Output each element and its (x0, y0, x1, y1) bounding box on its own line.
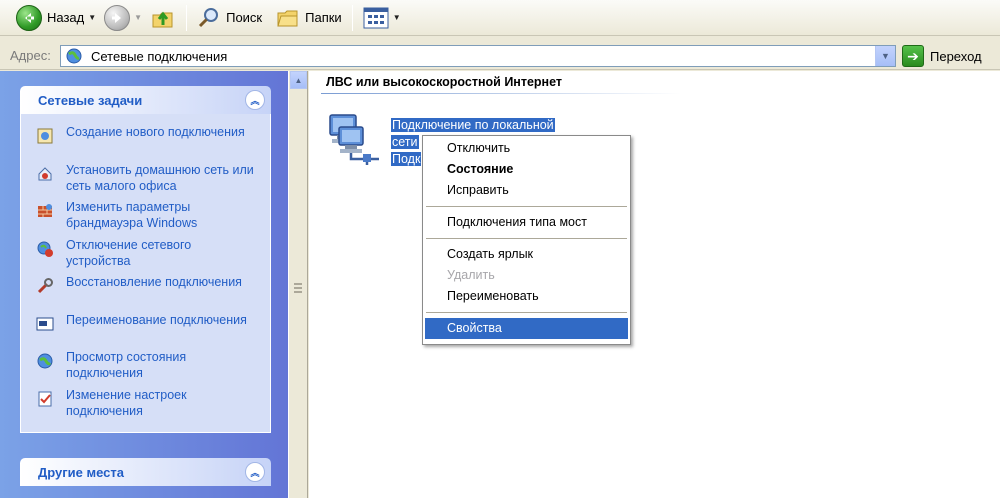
go-label: Переход (930, 48, 982, 64)
settings-icon (35, 389, 55, 409)
address-label: Адрес: (10, 48, 51, 63)
task-disable-device[interactable]: Отключение сетевого устройства (35, 237, 262, 275)
home-network-icon (35, 164, 55, 184)
back-dropdown-icon[interactable]: ▼ (88, 13, 96, 22)
rename-icon (35, 314, 55, 334)
scroll-up-icon[interactable]: ▲ (290, 71, 307, 89)
search-label: Поиск (226, 10, 263, 25)
views-dropdown-icon[interactable]: ▼ (393, 13, 401, 22)
group-divider (321, 93, 681, 94)
menu-item-repair[interactable]: Исправить (425, 180, 628, 201)
content-area: ЛВС или высокоскоростной Интернет Подклю… (309, 71, 1000, 498)
task-repair-connection[interactable]: Восстановление подключения (35, 274, 262, 312)
up-button[interactable] (146, 3, 180, 33)
splitter-grip[interactable] (294, 283, 302, 293)
forward-button[interactable]: ▼ (100, 3, 146, 33)
network-tasks-title: Сетевые задачи (38, 92, 143, 108)
task-rename-connection[interactable]: Переименование подключения (35, 312, 262, 350)
go-button[interactable]: ➔ Переход (902, 45, 982, 67)
task-firewall[interactable]: Изменить параметры брандмауэра Windows (35, 199, 262, 237)
network-globe-icon (66, 48, 82, 64)
other-places-title: Другие места (38, 464, 125, 480)
address-value: Сетевые подключения (91, 48, 228, 64)
folders-icon (277, 10, 298, 26)
back-arrow-icon (16, 4, 42, 31)
forward-arrow-icon (104, 4, 131, 31)
toolbar-separator (186, 4, 188, 31)
menu-item-create-shortcut[interactable]: Создать ярлык (425, 244, 628, 265)
menu-separator (426, 238, 627, 239)
disable-device-icon (35, 239, 55, 259)
status-icon (35, 351, 55, 371)
menu-separator (426, 312, 627, 313)
lan-connection-icon[interactable] (327, 109, 385, 169)
toolbar-separator (351, 4, 353, 31)
menu-item-rename[interactable]: Переименовать (425, 286, 628, 307)
other-places-panel: Другие места ︽ (20, 458, 271, 486)
group-header: ЛВС или высокоскоростной Интернет (326, 75, 563, 89)
address-input[interactable]: Сетевые подключения ▼ (60, 45, 896, 67)
back-button[interactable]: Назад ▼ (12, 3, 100, 33)
task-pane: Сетевые задачи ︽ Создание нового подключ… (0, 71, 288, 498)
toolbar: Назад ▼ ▼ Поиск Папки ▼ (0, 0, 1000, 36)
menu-separator (426, 206, 627, 207)
task-new-connection[interactable]: Создание нового подключения (35, 124, 262, 162)
folder-up-icon (152, 11, 173, 27)
folders-button[interactable]: Папки (272, 3, 346, 33)
collapse-chevron-icon[interactable]: ︽ (245, 90, 265, 110)
menu-item-status[interactable]: Состояние (425, 159, 628, 180)
menu-item-delete: Удалить (447, 268, 495, 282)
menu-item-disconnect[interactable]: Отключить (425, 138, 628, 159)
menu-item-bridge[interactable]: Подключения типа мост (425, 212, 628, 233)
folders-label: Папки (305, 10, 342, 25)
search-button[interactable]: Поиск (193, 3, 266, 33)
context-menu: Отключить Состояние Исправить Подключени… (422, 135, 631, 345)
network-tasks-list: Создание нового подключения Установить д… (20, 114, 271, 433)
network-tasks-header[interactable]: Сетевые задачи ︽ (20, 86, 271, 114)
task-change-settings[interactable]: Изменение настроек подключения (35, 387, 262, 425)
menu-item-properties[interactable]: Свойства (425, 318, 628, 339)
views-button[interactable]: ▼ (359, 3, 405, 33)
task-view-status[interactable]: Просмотр состояния подключения (35, 349, 262, 387)
task-home-network[interactable]: Установить домашнюю сеть или сеть малого… (35, 162, 262, 200)
back-label: Назад (47, 10, 85, 25)
new-connection-icon (35, 126, 55, 146)
other-places-header[interactable]: Другие места ︽ (20, 458, 271, 486)
forward-dropdown-icon[interactable]: ▼ (134, 13, 142, 22)
go-arrow-icon: ➔ (902, 45, 924, 67)
firewall-icon (35, 201, 55, 221)
search-icon (199, 7, 219, 27)
collapse-chevron-icon[interactable]: ︽ (245, 462, 265, 482)
repair-icon (35, 276, 55, 296)
pane-splitter[interactable]: ▲ (288, 71, 308, 498)
address-dropdown-icon[interactable]: ▼ (875, 46, 895, 66)
address-bar: Адрес: Сетевые подключения ▼ ➔ Переход (0, 42, 1000, 70)
network-tasks-panel: Сетевые задачи ︽ Создание нового подключ… (20, 86, 271, 433)
views-icon (363, 7, 389, 28)
